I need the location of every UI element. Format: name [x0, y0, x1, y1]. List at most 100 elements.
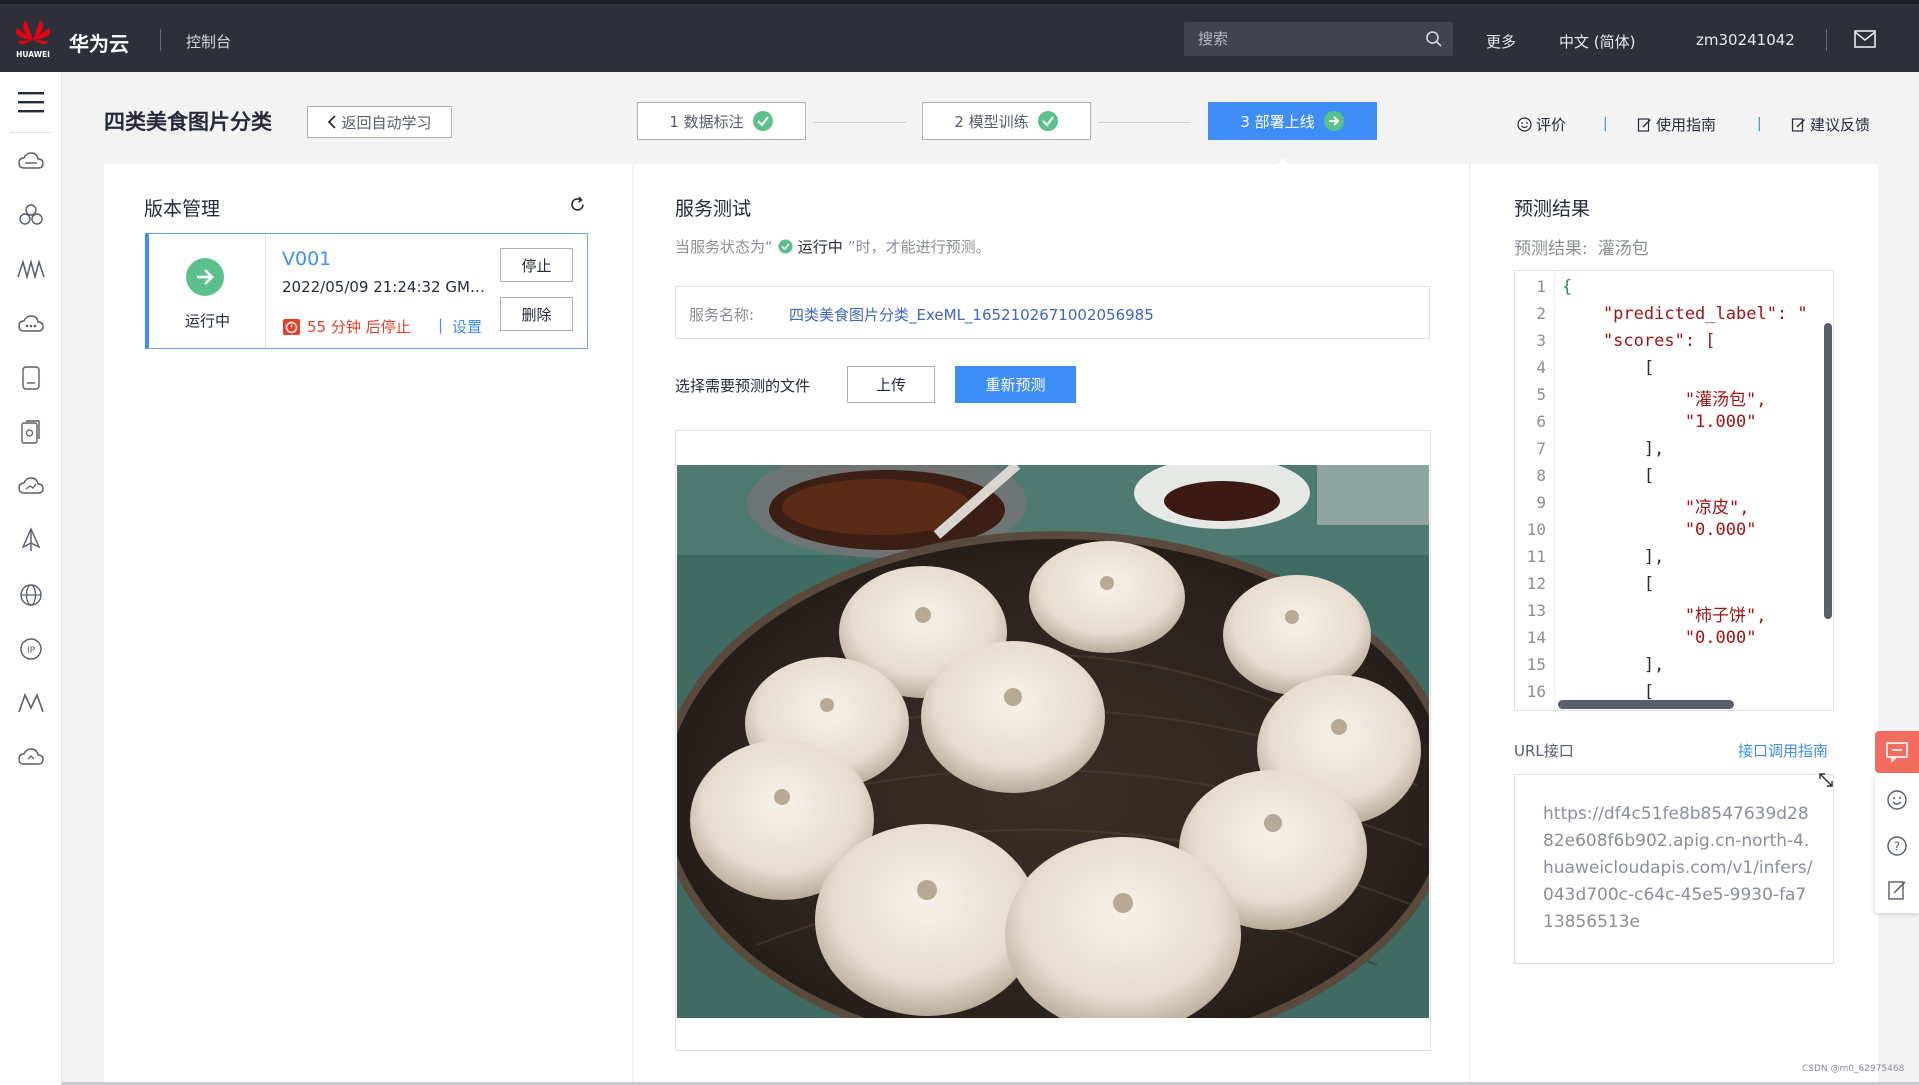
line-number: 8 [1536, 466, 1546, 485]
link-separator: | [1603, 116, 1608, 132]
back-to-autolearning-button[interactable]: 返回自动学习 [307, 106, 452, 138]
running-arrow-icon [186, 258, 224, 296]
delete-button[interactable]: 删除 [500, 297, 573, 331]
floating-toolbar: ? [1875, 773, 1919, 913]
service-name-label: 服务名称: [689, 306, 755, 324]
console-link[interactable]: 控制台 [186, 31, 231, 52]
step-label: 3 部署上线 [1240, 112, 1315, 131]
cloud-upload-icon[interactable] [15, 741, 47, 773]
chevron-left-icon [328, 115, 337, 129]
search-icon[interactable] [1425, 30, 1443, 48]
line-number: 2 [1536, 304, 1546, 323]
cluster-icon[interactable] [15, 199, 47, 231]
code-line: [ [1562, 682, 1655, 702]
api-url-text[interactable]: https://df4c51fe8b8547639d2882e608f6b902… [1543, 801, 1813, 936]
vertical-scrollbar[interactable] [1824, 323, 1832, 619]
line-number: 10 [1526, 520, 1546, 539]
service-sidebar: IP [0, 72, 62, 1085]
svg-text:HUAWEI: HUAWEI [16, 50, 50, 59]
stop-button[interactable]: 停止 [500, 248, 573, 282]
expand-icon[interactable] [1817, 771, 1835, 789]
version-name[interactable]: V001 [282, 248, 331, 270]
huawei-logo[interactable]: HUAWEI [14, 16, 52, 60]
check-circle-icon [752, 111, 773, 131]
chat-icon [1886, 742, 1908, 762]
code-line: "0.000" [1562, 520, 1757, 540]
url-box[interactable]: https://df4c51fe8b8547639d2882e608f6b902… [1514, 771, 1835, 964]
brand-name[interactable]: 华为云 [69, 28, 129, 57]
smile-icon[interactable] [1886, 789, 1908, 811]
step-label: 1 数据标注 [669, 112, 744, 131]
language-selector[interactable]: 中文 (简体) [1559, 31, 1635, 52]
edit-note-icon[interactable] [1886, 879, 1908, 901]
code-line: "predicted_label": " [1562, 304, 1808, 324]
code-line: "1.000" [1562, 412, 1757, 432]
url-interface-label: URL接口 [1514, 742, 1574, 760]
user-menu[interactable]: zm30241042 [1696, 31, 1795, 49]
code-line: { [1562, 277, 1573, 297]
divider [160, 29, 161, 51]
feedback-icon [1791, 118, 1805, 132]
code-line: ], [1562, 439, 1665, 459]
code-line: [ [1562, 574, 1655, 594]
line-gutter: 1 2 3 4 5 6 7 8 9 10 11 12 13 14 15 16 [1515, 271, 1555, 710]
version-status: 运行中 [149, 234, 266, 348]
service-panel-title: 服务测试 [675, 198, 752, 220]
code-line: "scores": [ [1562, 331, 1716, 351]
line-number: 11 [1526, 547, 1546, 566]
upload-button[interactable]: 上传 [847, 366, 935, 403]
modelarts-icon[interactable] [15, 253, 47, 285]
edit-doc-icon [1637, 118, 1651, 132]
menu-icon[interactable] [15, 86, 47, 118]
step-data-labeling[interactable]: 1 数据标注 [637, 102, 806, 140]
file-select-label: 选择需要预测的文件 [675, 377, 811, 395]
json-result-viewer[interactable]: 1 2 3 4 5 6 7 8 9 10 11 12 13 14 15 16 {… [1514, 270, 1834, 711]
divider [10, 132, 52, 133]
divider [1826, 29, 1827, 51]
line-number: 16 [1526, 682, 1546, 701]
help-icon[interactable]: ? [1886, 835, 1908, 857]
ip-icon[interactable]: IP [15, 633, 47, 665]
line-number: 5 [1536, 385, 1546, 404]
code-line: "灌汤包", [1562, 390, 1767, 410]
predicted-label-value: 灌汤包 [1597, 239, 1649, 259]
code-line: [ [1562, 466, 1655, 486]
backup-icon[interactable] [15, 416, 47, 448]
step-deploy[interactable]: 3 部署上线 [1208, 102, 1377, 140]
service-name-box: 服务名称: 四类美食图片分类_ExeML_1652102671002056985 [675, 286, 1430, 339]
feedback-link[interactable]: 建议反馈 [1791, 114, 1870, 135]
line-number: 13 [1526, 601, 1546, 620]
rate-link[interactable]: 评价 [1517, 114, 1566, 135]
repredict-button[interactable]: 重新预测 [955, 366, 1076, 403]
mrs-icon[interactable] [15, 687, 47, 719]
mail-icon[interactable] [1854, 30, 1876, 48]
cloud-monitor-icon[interactable] [15, 470, 47, 502]
service-name-link[interactable]: 四类美食图片分类_ExeML_1652102671002056985 [789, 304, 1154, 325]
search-input[interactable] [1184, 22, 1414, 56]
line-number: 9 [1536, 493, 1546, 512]
prediction-summary: 预测结果: 灌汤包 [1514, 239, 1649, 259]
line-number: 14 [1526, 628, 1546, 647]
cloud-disk-icon[interactable] [15, 308, 47, 340]
version-card-v001[interactable]: 运行中 V001 2022/05/09 21:24:32 GMT+08:00 5… [145, 233, 588, 349]
refresh-icon[interactable] [569, 196, 586, 213]
step-model-training[interactable]: 2 模型训练 [922, 102, 1091, 140]
code-line: "柿子饼", [1562, 606, 1767, 626]
globe-network-icon[interactable] [15, 579, 47, 611]
arrow-right-circle-icon [1323, 111, 1344, 131]
api-guide-link[interactable]: 接口调用指南 [1738, 740, 1828, 761]
user-guide-link[interactable]: 使用指南 [1637, 114, 1716, 135]
status-text: 运行中 [184, 312, 230, 330]
search-box [1184, 22, 1453, 56]
horizontal-scrollbar[interactable] [1558, 700, 1734, 709]
storage-icon[interactable] [15, 362, 47, 394]
sail-icon[interactable] [15, 524, 47, 556]
separator: | [438, 316, 444, 334]
cloud-server-icon[interactable] [15, 145, 47, 177]
smile-icon [1517, 117, 1532, 132]
more-menu[interactable]: 更多 [1486, 31, 1516, 52]
chat-support-tab[interactable] [1875, 731, 1919, 773]
step-connector [813, 122, 906, 123]
settings-link[interactable]: 设置 [452, 316, 482, 337]
page-title: 四类美食图片分类 [104, 110, 272, 134]
